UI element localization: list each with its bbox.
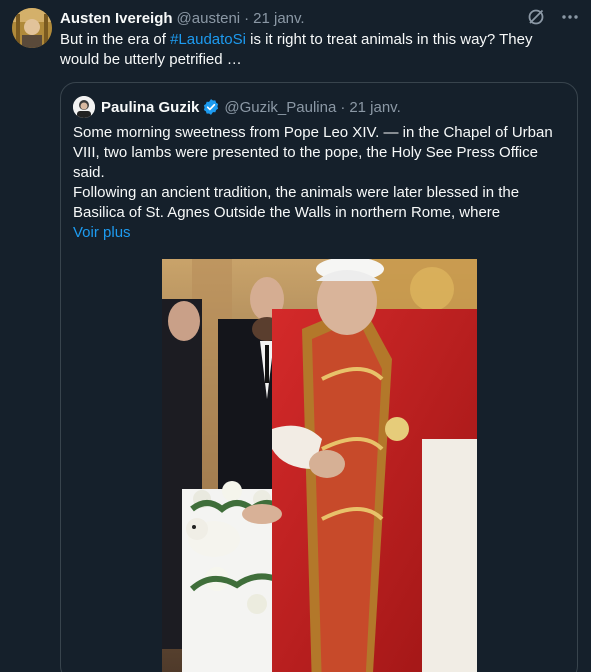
tweet-text-before: But in the era of — [60, 31, 171, 48]
show-more-link[interactable]: Voir plus — [73, 223, 567, 243]
quoted-author-name[interactable]: Paulina Guzik — [101, 99, 199, 116]
quoted-paragraph-1: Some morning sweetness from Pope Leo XIV… — [73, 124, 553, 181]
quoted-tweet[interactable]: Paulina Guzik @Guzik_Paulina · 21 janv. … — [60, 82, 578, 672]
tweet-header: Austen Ivereigh @austeni · 21 janv. — [60, 8, 305, 28]
quoted-tweet-date[interactable]: 21 janv. — [349, 99, 400, 116]
tweet[interactable]: Austen Ivereigh @austeni · 21 janv. But … — [0, 0, 591, 672]
author-name[interactable]: Austen Ivereigh — [60, 10, 173, 27]
quoted-tweet-photo[interactable] — [162, 259, 477, 672]
tweet-text: But in the era of #LaudatoSi is it right… — [60, 30, 570, 70]
quoted-author-handle[interactable]: @Guzik_Paulina — [224, 99, 336, 116]
grok-icon[interactable] — [525, 6, 547, 28]
quoted-author-avatar[interactable] — [73, 96, 95, 118]
quoted-paragraph-2: Following an ancient tradition, the anim… — [73, 184, 520, 221]
verified-badge-icon — [202, 98, 220, 116]
author-avatar[interactable] — [12, 8, 52, 48]
author-handle[interactable]: @austeni — [177, 10, 241, 27]
quoted-tweet-header: Paulina Guzik @Guzik_Paulina · 21 janv. — [73, 95, 401, 119]
quoted-tweet-text: Some morning sweetness from Pope Leo XIV… — [73, 123, 567, 243]
separator-dot: · — [244, 9, 250, 27]
tweet-header-actions — [525, 6, 581, 28]
more-icon[interactable] — [559, 6, 581, 28]
quoted-separator-dot: · — [340, 98, 346, 116]
hashtag-link[interactable]: #LaudatoSi — [170, 31, 246, 48]
tweet-date[interactable]: 21 janv. — [253, 10, 304, 27]
